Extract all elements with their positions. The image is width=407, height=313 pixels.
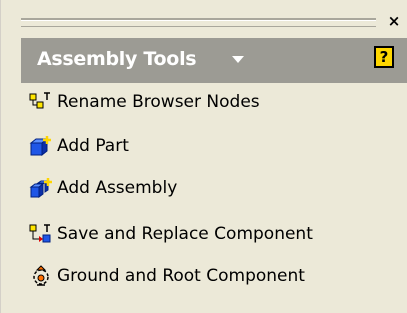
help-button[interactable]: ? xyxy=(374,46,394,68)
panel-title[interactable]: Assembly Tools xyxy=(37,48,197,70)
tool-rename-browser-nodes[interactable]: Rename Browser Nodes xyxy=(29,88,260,116)
tool-label: Add Assembly xyxy=(57,178,178,198)
add-part-icon xyxy=(29,135,55,157)
close-button[interactable]: × xyxy=(386,12,402,30)
ground-root-icon xyxy=(29,265,55,287)
grip-handle[interactable] xyxy=(21,20,376,27)
assembly-tools-panel: × Assembly Tools ? Rename Browser Nodes xyxy=(0,0,407,313)
panel-header[interactable]: Assembly Tools ? xyxy=(21,38,407,83)
tool-add-assembly[interactable]: Add Assembly xyxy=(29,174,177,202)
tool-label: Save and Replace Component xyxy=(57,224,313,244)
rename-nodes-icon xyxy=(29,91,55,113)
tool-label: Ground and Root Component xyxy=(57,266,305,286)
tool-label: Add Part xyxy=(57,136,129,156)
tool-save-and-replace-component[interactable]: Save and Replace Component xyxy=(29,220,313,248)
chevron-down-icon[interactable] xyxy=(232,56,244,63)
tool-label: Rename Browser Nodes xyxy=(57,92,260,112)
save-replace-icon xyxy=(29,223,55,245)
tool-ground-and-root-component[interactable]: Ground and Root Component xyxy=(29,262,305,290)
add-assembly-icon xyxy=(29,177,55,199)
tool-add-part[interactable]: Add Part xyxy=(29,132,129,160)
panel-grip-bar[interactable]: × xyxy=(1,0,407,34)
